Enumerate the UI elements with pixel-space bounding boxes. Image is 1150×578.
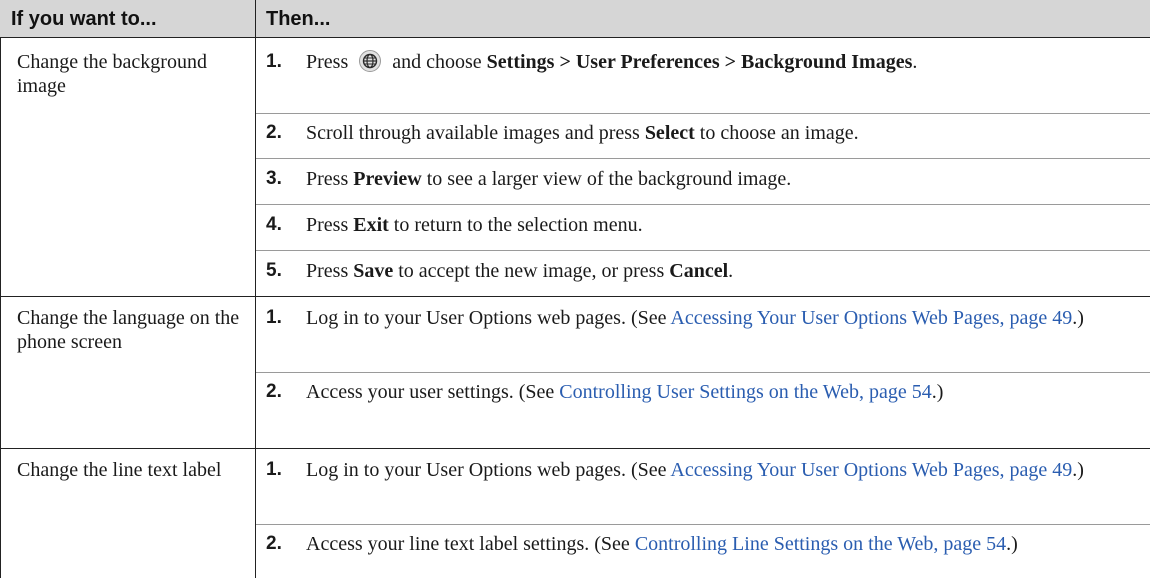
step-text: Access your line text label settings. (S… — [306, 532, 1146, 556]
task-line-text-label: Change the line text label — [17, 459, 222, 481]
menu-path: Settings > User Preferences > Background… — [486, 51, 913, 73]
row-rule — [0, 448, 1150, 449]
step-rule — [256, 204, 1150, 205]
step-number: 1. — [266, 51, 282, 72]
header-col1: If you want to... — [11, 8, 157, 30]
step-text-part: Log in to your User Options web pages. (… — [306, 459, 667, 481]
softkey-label: Save — [353, 260, 394, 282]
task-background-image: Change the background image — [17, 51, 207, 97]
step-text: Press and choose Settings > User Prefere… — [306, 50, 1146, 74]
step-number: 5. — [266, 260, 282, 281]
step-text-part: to accept the new image, or press — [398, 260, 665, 282]
step-text-part: to choose an image. — [699, 122, 859, 144]
cross-reference-link[interactable]: Controlling Line Settings on the Web, pa… — [635, 533, 1006, 555]
step-text-part: to return to the selection menu. — [393, 214, 643, 236]
step-rule — [256, 524, 1150, 525]
task-language: Change the language on the phone screen — [17, 307, 240, 353]
step-text: Press Preview to see a larger view of th… — [306, 167, 1146, 191]
step-rule — [256, 158, 1150, 159]
step-number: 1. — [266, 307, 282, 328]
step-text-part: . — [912, 51, 918, 73]
step-text-part: . — [728, 260, 734, 282]
header-rule — [0, 37, 1150, 38]
step-text: Press Save to accept the new image, or p… — [306, 259, 1146, 283]
step-text: Scroll through available images and pres… — [306, 121, 1146, 145]
step-text: Log in to your User Options web pages. (… — [306, 306, 1146, 330]
row-rule — [0, 296, 1150, 297]
step-text-part: and choose — [392, 51, 482, 73]
step-text-part: .) — [1006, 533, 1018, 555]
cross-reference-link[interactable]: Accessing Your User Options Web Pages, p… — [670, 459, 1072, 481]
step-text-part: .) — [931, 381, 944, 403]
cross-reference-link[interactable]: Controlling User Settings on the Web, pa… — [559, 381, 931, 403]
step-number: 3. — [266, 168, 282, 189]
step-rule — [256, 372, 1150, 373]
header-col2: Then... — [266, 8, 331, 30]
step-text-part: Press — [306, 260, 349, 282]
step-text-part: Access your user settings. (See — [306, 381, 555, 403]
step-text-part: Scroll through available images and pres… — [306, 122, 640, 144]
cross-reference-link[interactable]: Accessing Your User Options Web Pages, p… — [670, 307, 1072, 329]
table-header: If you want to... Then... — [0, 0, 1150, 38]
globe-icon — [359, 50, 382, 72]
step-text: Access your user settings. (See Controll… — [306, 380, 1146, 404]
step-text-part: Press — [306, 214, 349, 236]
step-text-part: Press — [306, 51, 349, 73]
softkey-label: Select — [644, 122, 695, 144]
step-number: 1. — [266, 459, 282, 480]
step-number: 2. — [266, 533, 282, 554]
step-text-part: Press — [306, 168, 349, 190]
step-text-part: .) — [1072, 307, 1084, 329]
step-number: 2. — [266, 381, 282, 402]
step-text-part: .) — [1072, 459, 1084, 481]
step-text: Press Exit to return to the selection me… — [306, 213, 1146, 237]
step-text-part: to see a larger view of the background i… — [426, 168, 792, 190]
step-number: 2. — [266, 122, 282, 143]
softkey-label: Exit — [353, 214, 389, 236]
step-text: Log in to your User Options web pages. (… — [306, 458, 1146, 482]
softkey-label: Cancel — [669, 260, 729, 282]
step-number: 4. — [266, 214, 282, 235]
step-text-part: Access your line text label settings. (S… — [306, 533, 630, 555]
step-rule — [256, 113, 1150, 114]
step-text-part: Log in to your User Options web pages. (… — [306, 307, 667, 329]
column-divider — [255, 0, 256, 578]
softkey-label: Preview — [353, 168, 422, 190]
step-rule — [256, 250, 1150, 251]
left-border — [0, 38, 1, 578]
